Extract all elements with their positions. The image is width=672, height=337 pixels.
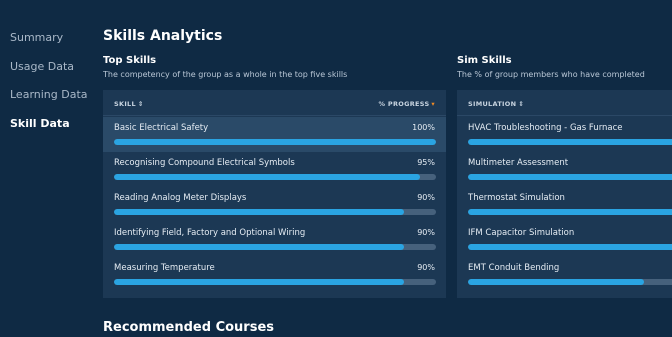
- progress-column-header[interactable]: % PROGRESS ▾: [379, 100, 436, 108]
- progress-bar: [114, 174, 436, 180]
- progress-bar: [468, 244, 672, 250]
- recommended-courses-heading: Recommended Courses: [103, 320, 275, 335]
- skill-percent: 90%: [417, 193, 435, 202]
- sidebar-item-skill-data[interactable]: Skill Data: [10, 117, 70, 130]
- simulation-name: Multimeter Assessment: [468, 158, 569, 168]
- table-row[interactable]: Basic Electrical Safety 100%: [103, 117, 446, 152]
- table-row[interactable]: Thermostat Simulation: [457, 187, 672, 222]
- simulation-column-header[interactable]: SIMULATION ⇕: [468, 100, 524, 108]
- progress-bar: [114, 244, 436, 250]
- top-skills-panel: SKILL ⇕ % PROGRESS ▾ Basic Electrical Safe…: [103, 90, 446, 298]
- sim-skills-title: Sim Skills: [457, 55, 512, 66]
- skill-name: Identifying Field, Factory and Optional …: [114, 228, 306, 238]
- table-row[interactable]: IFM Capacitor Simulation: [457, 222, 672, 257]
- sort-icon[interactable]: ⇕: [138, 100, 144, 108]
- sidebar-item-usage-data[interactable]: Usage Data: [10, 60, 74, 73]
- progress-fill: [114, 139, 436, 145]
- sidebar: Summary Usage Data Learning Data Skill D…: [0, 0, 92, 337]
- sim-skills-panel: SIMULATION ⇕ HVAC Troubleshooting - Gas F…: [457, 90, 672, 298]
- progress-bar: [468, 139, 672, 145]
- skill-percent: 90%: [417, 263, 435, 272]
- progress-bar: [114, 209, 436, 215]
- skill-name: Recognising Compound Electrical Symbols: [114, 158, 295, 168]
- table-row[interactable]: Recognising Compound Electrical Symbols …: [103, 152, 446, 187]
- table-row[interactable]: Measuring Temperature 90%: [103, 257, 446, 292]
- progress-fill: [468, 279, 644, 285]
- skill-name: Reading Analog Meter Displays: [114, 193, 247, 203]
- skill-percent: 90%: [417, 228, 435, 237]
- simulation-name: HVAC Troubleshooting - Gas Furnace: [468, 123, 623, 133]
- progress-fill: [468, 209, 672, 215]
- table-row[interactable]: Identifying Field, Factory and Optional …: [103, 222, 446, 257]
- progress-bar: [114, 139, 436, 145]
- progress-bar: [468, 174, 672, 180]
- top-skills-table-header: SKILL ⇕ % PROGRESS ▾: [103, 90, 446, 116]
- skill-column-header[interactable]: SKILL ⇕: [114, 100, 144, 108]
- skill-percent: 100%: [412, 123, 435, 132]
- simulation-name: IFM Capacitor Simulation: [468, 228, 575, 238]
- top-skills-subtitle: The competency of the group as a whole i…: [103, 70, 348, 79]
- progress-bar: [114, 279, 436, 285]
- table-row[interactable]: Multimeter Assessment: [457, 152, 672, 187]
- skill-percent: 95%: [417, 158, 435, 167]
- sim-skills-table-header: SIMULATION ⇕: [457, 90, 672, 116]
- skill-name: Basic Electrical Safety: [114, 123, 209, 133]
- progress-fill: [114, 244, 404, 250]
- progress-fill: [114, 209, 404, 215]
- sidebar-item-learning-data[interactable]: Learning Data: [10, 88, 88, 101]
- sim-skills-subtitle: The % of group members who have complete…: [457, 70, 645, 79]
- sort-desc-icon[interactable]: ▾: [431, 100, 435, 108]
- page-title: Skills Analytics: [103, 28, 223, 44]
- skill-name: Measuring Temperature: [114, 263, 215, 273]
- simulation-name: Thermostat Simulation: [468, 193, 565, 203]
- sidebar-item-summary[interactable]: Summary: [10, 31, 63, 44]
- table-row[interactable]: Reading Analog Meter Displays 90%: [103, 187, 446, 222]
- table-row[interactable]: EMT Conduit Bending: [457, 257, 672, 292]
- progress-bar: [468, 209, 672, 215]
- table-row[interactable]: HVAC Troubleshooting - Gas Furnace: [457, 117, 672, 152]
- progress-fill: [468, 174, 672, 180]
- progress-fill: [468, 139, 672, 145]
- progress-fill: [114, 279, 404, 285]
- progress-fill: [468, 244, 672, 250]
- progress-bar: [468, 279, 672, 285]
- top-skills-title: Top Skills: [103, 55, 157, 66]
- progress-fill: [114, 174, 420, 180]
- sort-icon[interactable]: ⇕: [518, 100, 524, 108]
- simulation-name: EMT Conduit Bending: [468, 263, 560, 273]
